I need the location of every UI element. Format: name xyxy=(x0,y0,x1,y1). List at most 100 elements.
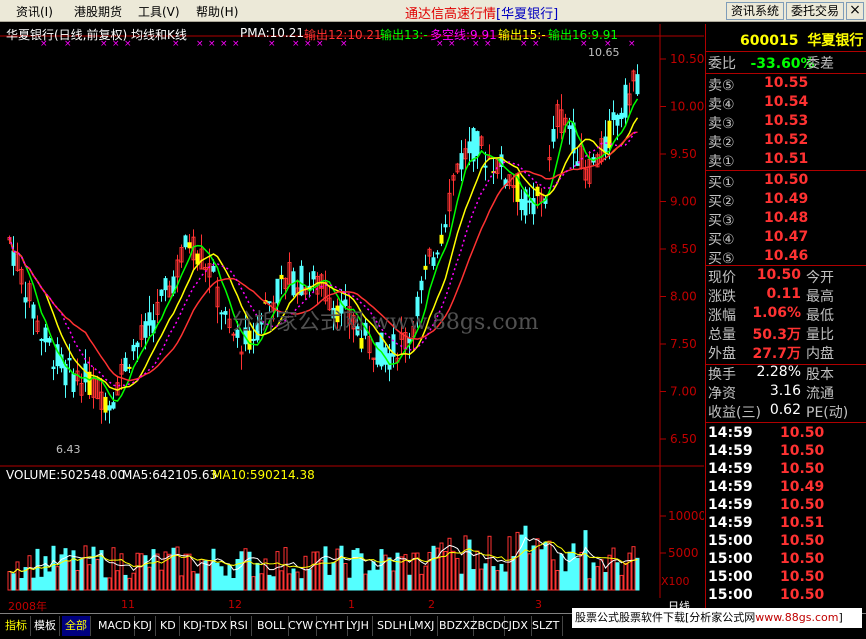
stock-code: 600015 xyxy=(740,33,799,49)
tick-row: 14:59 10.49 xyxy=(708,479,863,498)
tab-lmxj[interactable]: LMXJ xyxy=(405,616,439,636)
tick-price: 10.50 xyxy=(780,551,825,567)
tick-time: 14:59 xyxy=(708,443,753,459)
volume-bar xyxy=(631,546,636,591)
signal-mark: × xyxy=(268,39,276,49)
volume-bar xyxy=(287,573,292,591)
app-title: 通达信高速行情[华夏银行] xyxy=(405,3,558,22)
volume-bar xyxy=(203,560,208,591)
volume-bar xyxy=(179,575,184,591)
volume-bar xyxy=(635,557,640,591)
tick-price: 10.50 xyxy=(780,533,825,549)
volume-bar xyxy=(275,551,280,591)
volume-bar xyxy=(295,571,300,591)
tab-rsi[interactable]: RSI xyxy=(227,616,252,636)
tick-price: 10.51 xyxy=(780,515,825,531)
close-icon[interactable]: × xyxy=(846,2,864,20)
menu-help[interactable]: 帮助(H) xyxy=(196,3,238,20)
stock-header: 600015 华夏银行 xyxy=(740,30,866,49)
stat-row: 涨跌 0.11 最高 xyxy=(708,286,863,305)
stat-row: 收益(三) 0.62 PE(动) xyxy=(708,402,863,421)
wei-bi-value: -33.60% xyxy=(750,56,815,72)
stat-label: 内盘 xyxy=(806,346,834,362)
menu-tools[interactable]: 工具(V) xyxy=(138,3,180,20)
tab-cjdx[interactable]: CJDX xyxy=(498,616,532,636)
trade-button[interactable]: 委托交易 xyxy=(786,2,845,20)
volume-bar xyxy=(467,539,472,591)
divider xyxy=(706,73,866,74)
volume-bar xyxy=(595,566,600,591)
ad-banner[interactable]: 股票公式股票软件下载[分析家公式网www.88gs.com] xyxy=(572,608,862,628)
tick-row: 15:00 10.50 xyxy=(708,569,863,588)
order-label: 买② xyxy=(708,194,735,210)
volume-bar xyxy=(559,553,564,591)
volume-bar xyxy=(459,573,464,591)
stat-row: 总量 50.3万 量比 xyxy=(708,324,863,343)
tab-全部[interactable]: 全部 xyxy=(62,616,91,636)
quote-panel: 600015 华夏银行 委比 -33.60% 委差 卖⑤ 10.55 卖④ 10.54… xyxy=(705,24,866,614)
volume-bar xyxy=(435,547,440,591)
stat-label: 收益(三) xyxy=(708,405,761,421)
volume-bar xyxy=(271,576,276,591)
candle-body xyxy=(107,405,112,411)
candle-body xyxy=(615,114,620,126)
date-label: 12 xyxy=(228,598,242,611)
tab-指标[interactable]: 指标 xyxy=(2,616,31,636)
info-system-button[interactable]: 资讯系统 xyxy=(726,2,785,20)
stat-label: 最低 xyxy=(806,308,834,324)
menu-hk-futures[interactable]: 港股期货 xyxy=(74,3,122,20)
volume-bar xyxy=(355,548,360,591)
tab-slzt[interactable]: SLZT xyxy=(529,616,564,636)
order-price: 10.48 xyxy=(764,210,809,226)
tick-time: 14:59 xyxy=(708,497,753,513)
tab-kd[interactable]: KD xyxy=(157,616,180,636)
volume-bar xyxy=(267,574,272,591)
candle-body xyxy=(159,289,164,296)
candle-body xyxy=(47,338,52,343)
volume-bar xyxy=(11,573,16,591)
candle-body xyxy=(135,342,140,348)
order-price: 10.50 xyxy=(764,172,809,188)
volume-bar xyxy=(499,563,504,591)
ad-url[interactable]: www.88gs.com xyxy=(755,611,838,624)
stat-label: 量比 xyxy=(806,327,834,343)
volume-bar xyxy=(603,572,608,591)
tab-kdj-tdx[interactable]: KDJ-TDX xyxy=(180,616,232,636)
tick-price: 10.50 xyxy=(780,425,825,441)
candle-body xyxy=(195,253,200,265)
volume-bar xyxy=(155,553,160,591)
volume-bar xyxy=(515,531,520,591)
volume-bar xyxy=(171,547,176,591)
price-tick-label: 10.00 xyxy=(670,100,704,114)
chart-area[interactable]: 10.50 10.00 9.50 9.00 8.50 8.00 7.50 7.00 6.50 10… xyxy=(0,24,704,598)
tab-macd[interactable]: MACD xyxy=(95,616,135,636)
stat-label: 现价 xyxy=(708,270,736,286)
order-price: 10.55 xyxy=(764,75,809,91)
volume-bar xyxy=(291,568,296,591)
volume-bar xyxy=(39,576,44,591)
volume-bar xyxy=(227,564,232,591)
stat-label: 总量 xyxy=(708,327,736,343)
duokong-line xyxy=(8,129,639,388)
volume-bar xyxy=(575,557,580,591)
menu-info[interactable]: 资讯(I) xyxy=(16,3,53,20)
price-tick-label: 7.00 xyxy=(670,385,697,399)
tick-row: 14:59 10.50 xyxy=(708,497,863,516)
stat-row: 换手 2.28% 股本 xyxy=(708,364,863,383)
order-price: 10.51 xyxy=(764,151,809,167)
tab-lyjh[interactable]: LYJH xyxy=(343,616,373,636)
tab-kdj[interactable]: KDJ xyxy=(130,616,156,636)
candle-body xyxy=(219,312,224,315)
volume-bar xyxy=(431,545,436,591)
volume-bar xyxy=(63,548,68,591)
volume-bar xyxy=(479,568,484,591)
menu-bar: 资讯(I) 港股期货 工具(V) 帮助(H) 通达信高速行情[华夏银行] 资讯系… xyxy=(0,0,866,22)
candle-body xyxy=(187,242,192,249)
volume-bar xyxy=(31,577,36,591)
tab-boll[interactable]: BOLL xyxy=(254,616,290,636)
candlesticks xyxy=(7,64,640,424)
tab-模板[interactable]: 模板 xyxy=(31,616,60,636)
volume-bar xyxy=(539,549,544,591)
stat-label: 流通 xyxy=(806,386,834,402)
tick-row: 14:59 10.50 xyxy=(708,443,863,462)
